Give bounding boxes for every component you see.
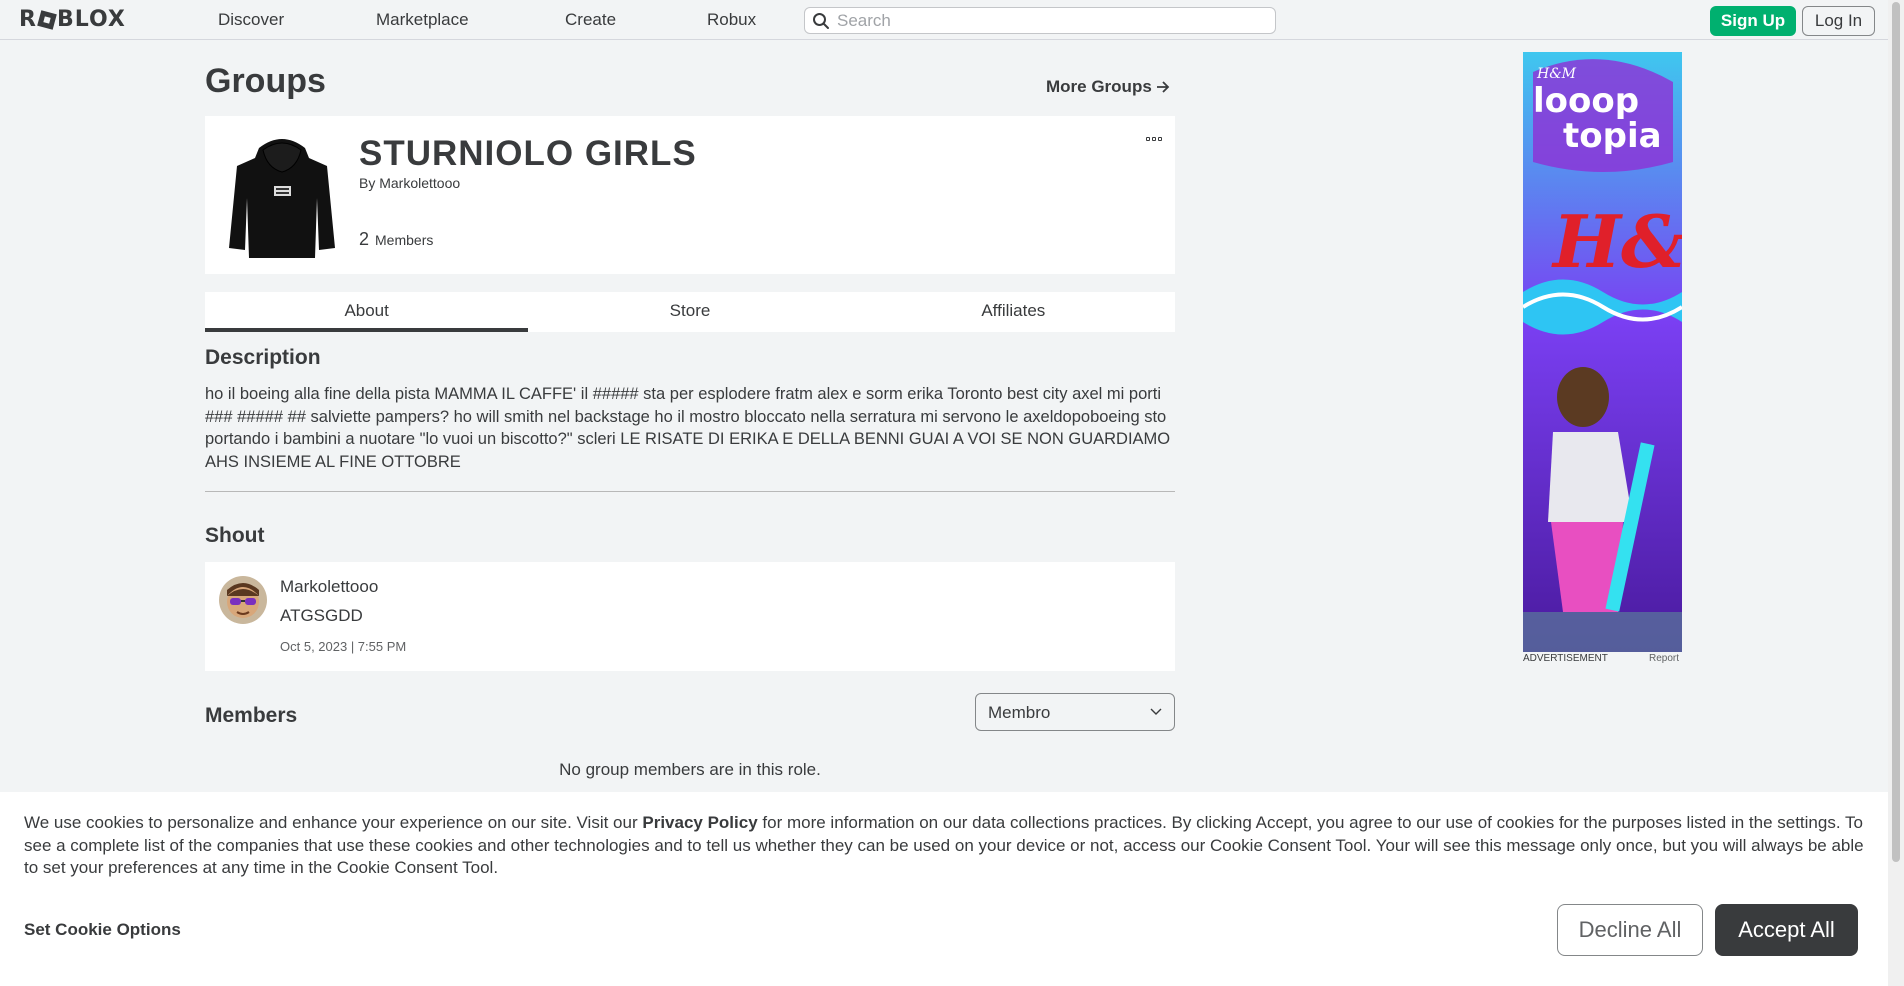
ad-brand-top: H&M (1536, 66, 1577, 82)
ad-logo: H&M (1551, 199, 1682, 284)
group-header-card: STURNIOLO GIRLS By Markolettooo 2 Member… (205, 116, 1175, 274)
log-in-button[interactable]: Log In (1802, 6, 1875, 36)
group-owner-link[interactable]: Markolettooo (379, 175, 460, 191)
top-navigation-bar: R BLOX Discover Marketplace Create Robux … (0, 0, 1904, 40)
chevron-down-icon (1150, 708, 1162, 715)
member-count-value: 2 (359, 229, 370, 249)
roblox-logo[interactable]: R BLOX (19, 7, 126, 33)
group-emblem-image (227, 128, 337, 262)
tab-store[interactable]: Store (528, 292, 851, 332)
cookie-text-before: We use cookies to personalize and enhanc… (24, 813, 643, 832)
logo-text-rest: BLOX (56, 7, 126, 32)
group-tabs: About Store Affiliates (205, 292, 1175, 332)
privacy-policy-link[interactable]: Privacy Policy (642, 813, 757, 832)
group-owner: By Markolettooo (359, 175, 460, 191)
members-heading: Members (205, 704, 298, 727)
page-scrollbar[interactable] (1888, 0, 1904, 986)
scrollbar-thumb[interactable] (1892, 2, 1900, 862)
shout-body: ATGSGDD (280, 606, 363, 625)
decline-all-button[interactable]: Decline All (1557, 904, 1703, 956)
tab-affiliates[interactable]: Affiliates (852, 292, 1175, 332)
shout-card: Markolettooo ATGSGDD Oct 5, 2023 | 7:55 … (205, 562, 1175, 671)
advertisement-banner[interactable]: H&M looop topia H&M (1523, 52, 1682, 652)
shout-username-link[interactable]: Markolettooo (280, 577, 378, 597)
advertisement-label: ADVERTISEMENT (1523, 653, 1608, 664)
ad-title-line2: topia (1563, 116, 1662, 156)
search-input[interactable] (837, 10, 1267, 31)
shout-timestamp: Oct 5, 2023 | 7:55 PM (280, 639, 407, 654)
logo-o-mark-icon (37, 10, 57, 30)
more-groups-link[interactable]: More Groups (1046, 77, 1170, 97)
role-dropdown[interactable]: Membro (975, 693, 1175, 731)
ad-title-line1: looop (1533, 81, 1639, 121)
group-name: STURNIOLO GIRLS (359, 134, 697, 173)
search-icon[interactable] (812, 12, 830, 30)
arrow-right-icon (1156, 81, 1170, 93)
cookie-consent-banner: We use cookies to personalize and enhanc… (0, 792, 1888, 986)
more-options-icon[interactable] (1145, 134, 1163, 144)
avatar[interactable] (219, 576, 267, 624)
member-count: 2 Members (359, 229, 433, 250)
nav-create-link[interactable]: Create (565, 0, 616, 40)
tab-about[interactable]: About (205, 292, 529, 332)
group-description: ho il boeing alla fine della pista MAMMA… (205, 385, 1171, 471)
member-count-label: Members (375, 232, 434, 248)
cookie-message: We use cookies to personalize and enhanc… (24, 812, 1866, 880)
description-heading: Description (205, 346, 321, 369)
nav-marketplace-link[interactable]: Marketplace (376, 0, 469, 40)
more-groups-label: More Groups (1046, 77, 1152, 96)
by-label: By (359, 175, 376, 191)
divider (205, 491, 1175, 492)
page-title: Groups (205, 62, 326, 100)
search-box[interactable] (804, 7, 1276, 34)
nav-robux-link[interactable]: Robux (707, 0, 756, 40)
report-ad-link[interactable]: Report (1649, 653, 1679, 664)
accept-all-button[interactable]: Accept All (1715, 904, 1858, 956)
logo-text: R (19, 7, 37, 32)
nav-discover-link[interactable]: Discover (218, 0, 284, 40)
set-cookie-options-link[interactable]: Set Cookie Options (24, 920, 181, 940)
no-members-message: No group members are in this role. (559, 760, 821, 779)
shout-heading: Shout (205, 524, 265, 547)
sign-up-button[interactable]: Sign Up (1710, 6, 1796, 36)
role-dropdown-value: Membro (988, 703, 1051, 722)
